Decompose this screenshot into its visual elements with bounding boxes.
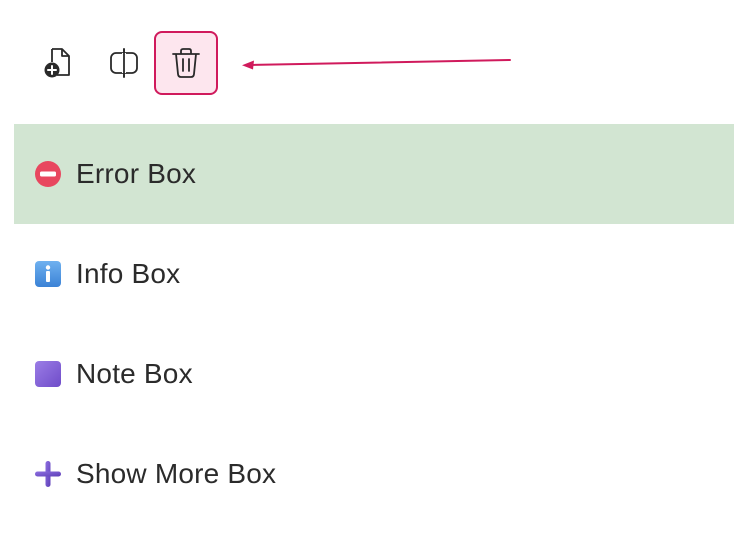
annotation-arrow [238,50,518,78]
list-item-label: Note Box [76,358,193,389]
split-view-button[interactable] [92,31,156,95]
list-item-error-box[interactable]: Error Box [14,124,734,224]
delete-button[interactable] [154,31,218,95]
page: Error Box Info Box Note Box Show More Bo… [0,0,734,552]
list-item-label: Info Box [76,258,181,289]
list-item-label: Show More Box [76,458,277,489]
split-panel-icon [106,45,142,81]
purple-square-icon [34,360,62,388]
box-list: Error Box Info Box Note Box Show More Bo… [14,124,734,524]
no-entry-icon [34,160,62,188]
list-item-show-more-box[interactable]: Show More Box [14,424,734,524]
plus-icon [34,460,62,488]
toolbar [0,0,734,110]
list-item-label: Error Box [76,158,197,189]
list-item-note-box[interactable]: Note Box [14,324,734,424]
info-icon [34,260,62,288]
add-document-button[interactable] [26,31,90,95]
list-item-info-box[interactable]: Info Box [14,224,734,324]
add-document-icon [40,45,76,81]
trash-icon [169,45,203,81]
